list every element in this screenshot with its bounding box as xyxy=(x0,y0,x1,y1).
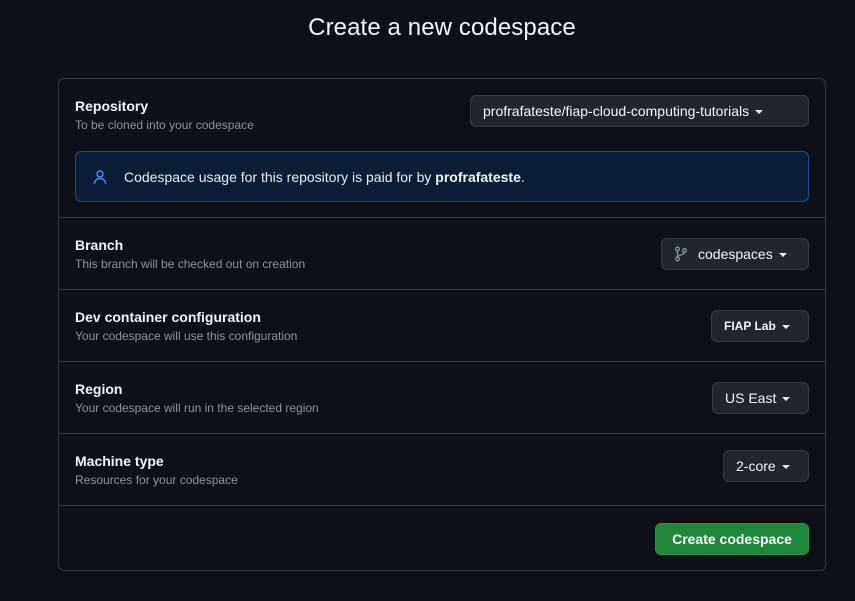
create-codespace-button[interactable]: Create codespace xyxy=(655,523,809,555)
region-select-label: US East xyxy=(725,390,777,406)
branch-select-label: codespaces xyxy=(698,246,773,262)
caret-down-icon xyxy=(781,325,790,329)
caret-down-icon xyxy=(782,397,791,401)
branch-select[interactable]: codespaces xyxy=(661,238,809,270)
git-branch-icon xyxy=(674,246,688,262)
repository-section: Repository To be cloned into your codesp… xyxy=(59,79,825,218)
devcontainer-section: Dev container configuration Your codespa… xyxy=(59,290,825,362)
machine-section: Machine type Resources for your codespac… xyxy=(59,434,825,506)
machine-title: Machine type xyxy=(75,453,164,469)
devcontainer-select-label: FIAP Lab xyxy=(724,319,776,333)
billing-owner: profrafateste xyxy=(435,168,521,185)
branch-description: This branch will be checked out on creat… xyxy=(75,257,306,271)
branch-section: Branch This branch will be checked out o… xyxy=(59,218,825,290)
repository-select[interactable]: profrafateste/fiap-cloud-computing-tutor… xyxy=(470,95,809,127)
devcontainer-description: Your codespace will use this configurati… xyxy=(75,329,298,343)
caret-down-icon xyxy=(778,253,787,257)
region-section: Region Your codespace will run in the se… xyxy=(59,362,825,434)
devcontainer-title: Dev container configuration xyxy=(75,309,261,325)
machine-select-label: 2-core xyxy=(736,458,776,474)
repository-description: To be cloned into your codespace xyxy=(75,118,254,132)
machine-description: Resources for your codespace xyxy=(75,473,238,487)
create-codespace-form: Repository To be cloned into your codesp… xyxy=(58,78,826,571)
branch-title: Branch xyxy=(75,237,124,253)
page-title: Create a new codespace xyxy=(308,14,576,41)
caret-down-icon xyxy=(755,110,764,114)
billing-notice-text: Codespace usage for this repository is p… xyxy=(124,168,525,185)
person-icon xyxy=(92,169,108,185)
region-title: Region xyxy=(75,381,123,397)
repository-select-label: profrafateste/fiap-cloud-computing-tutor… xyxy=(483,103,750,119)
devcontainer-select[interactable]: FIAP Lab xyxy=(711,310,809,342)
region-description: Your codespace will run in the selected … xyxy=(75,401,319,415)
caret-down-icon xyxy=(781,465,790,469)
billing-notice: Codespace usage for this repository is p… xyxy=(75,151,809,202)
machine-select[interactable]: 2-core xyxy=(723,450,809,482)
repository-title: Repository xyxy=(75,98,149,114)
region-select[interactable]: US East xyxy=(712,382,809,414)
